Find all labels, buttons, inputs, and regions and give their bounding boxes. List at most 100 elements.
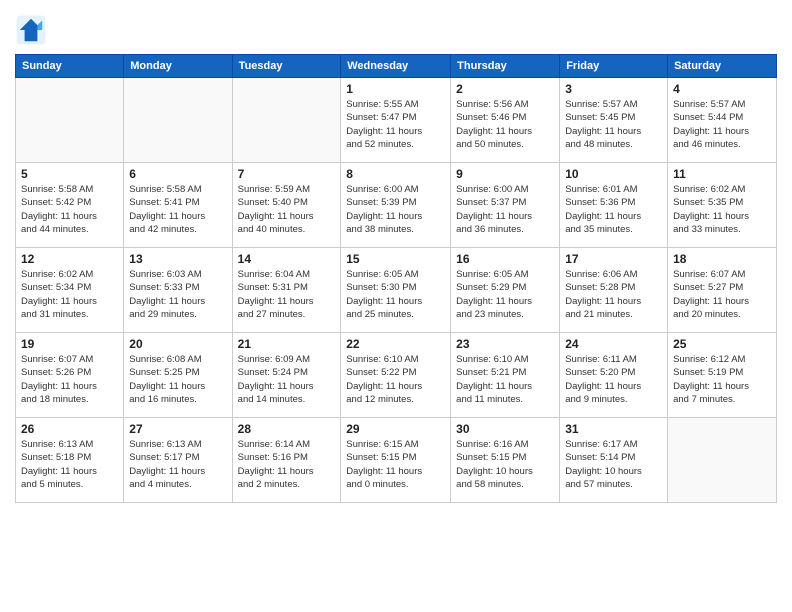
calendar-cell: 11 Sunrise: 6:02 AM Sunset: 5:35 PM Dayli… bbox=[668, 163, 777, 248]
day-number: 29 bbox=[346, 422, 445, 436]
calendar-cell: 9 Sunrise: 6:00 AM Sunset: 5:37 PM Daylig… bbox=[451, 163, 560, 248]
calendar-cell: 28Sunrise: 6:14 AM Sunset: 5:16 PM Dayli… bbox=[232, 418, 341, 503]
day-number: 25 bbox=[673, 337, 771, 351]
week-row-0: 1 Sunrise: 5:55 AM Sunset: 5:47 PM Daylig… bbox=[16, 78, 777, 163]
day-number: 28 bbox=[238, 422, 336, 436]
day-number: 7 bbox=[238, 167, 336, 181]
day-info: Sunrise: 6:07 AM Sunset: 5:26 PM Dayligh… bbox=[21, 353, 118, 406]
day-number: 21 bbox=[238, 337, 336, 351]
day-info: Sunrise: 6:02 AM Sunset: 5:35 PM Dayligh… bbox=[673, 183, 771, 236]
weekday-thursday: Thursday bbox=[451, 55, 560, 78]
day-number: 20 bbox=[129, 337, 226, 351]
calendar-cell: 29Sunrise: 6:15 AM Sunset: 5:15 PM Dayli… bbox=[341, 418, 451, 503]
calendar-cell: 14 Sunrise: 6:04 AM Sunset: 5:31 PM Dayli… bbox=[232, 248, 341, 333]
day-info: Sunrise: 5:57 AM Sunset: 5:45 PM Dayligh… bbox=[565, 98, 662, 151]
day-info: Sunrise: 6:17 AM Sunset: 5:14 PM Dayligh… bbox=[565, 438, 662, 491]
calendar-cell: 20 Sunrise: 6:08 AM Sunset: 5:25 PM Dayli… bbox=[124, 333, 232, 418]
day-number: 9 bbox=[456, 167, 554, 181]
calendar-cell: 13 Sunrise: 6:03 AM Sunset: 5:33 PM Dayli… bbox=[124, 248, 232, 333]
day-number: 16 bbox=[456, 252, 554, 266]
day-info: Sunrise: 6:04 AM Sunset: 5:31 PM Dayligh… bbox=[238, 268, 336, 321]
week-row-4: 26 Sunrise: 6:13 AM Sunset: 5:18 PM Dayli… bbox=[16, 418, 777, 503]
day-info: Sunrise: 6:06 AM Sunset: 5:28 PM Dayligh… bbox=[565, 268, 662, 321]
day-number: 27 bbox=[129, 422, 226, 436]
week-row-2: 12 Sunrise: 6:02 AM Sunset: 5:34 PM Dayli… bbox=[16, 248, 777, 333]
day-info: Sunrise: 6:16 AM Sunset: 5:15 PM Dayligh… bbox=[456, 438, 554, 491]
day-number: 26 bbox=[21, 422, 118, 436]
weekday-monday: Monday bbox=[124, 55, 232, 78]
calendar-cell: 1 Sunrise: 5:55 AM Sunset: 5:47 PM Daylig… bbox=[341, 78, 451, 163]
day-info: Sunrise: 6:01 AM Sunset: 5:36 PM Dayligh… bbox=[565, 183, 662, 236]
calendar-cell: 19 Sunrise: 6:07 AM Sunset: 5:26 PM Dayli… bbox=[16, 333, 124, 418]
weekday-saturday: Saturday bbox=[668, 55, 777, 78]
day-info: Sunrise: 6:13 AM Sunset: 5:17 PM Dayligh… bbox=[129, 438, 226, 491]
calendar-cell: 7 Sunrise: 5:59 AM Sunset: 5:40 PM Daylig… bbox=[232, 163, 341, 248]
day-number: 13 bbox=[129, 252, 226, 266]
day-info: Sunrise: 6:07 AM Sunset: 5:27 PM Dayligh… bbox=[673, 268, 771, 321]
calendar-cell: 24 Sunrise: 6:11 AM Sunset: 5:20 PM Dayli… bbox=[560, 333, 668, 418]
calendar-cell: 23 Sunrise: 6:10 AM Sunset: 5:21 PM Dayli… bbox=[451, 333, 560, 418]
calendar-cell bbox=[124, 78, 232, 163]
day-info: Sunrise: 6:00 AM Sunset: 5:39 PM Dayligh… bbox=[346, 183, 445, 236]
day-info: Sunrise: 6:02 AM Sunset: 5:34 PM Dayligh… bbox=[21, 268, 118, 321]
calendar-cell: 31 Sunrise: 6:17 AM Sunset: 5:14 PM Dayli… bbox=[560, 418, 668, 503]
day-number: 19 bbox=[21, 337, 118, 351]
weekday-wednesday: Wednesday bbox=[341, 55, 451, 78]
day-info: Sunrise: 6:11 AM Sunset: 5:20 PM Dayligh… bbox=[565, 353, 662, 406]
day-number: 23 bbox=[456, 337, 554, 351]
day-number: 30 bbox=[456, 422, 554, 436]
day-number: 3 bbox=[565, 82, 662, 96]
calendar-cell bbox=[16, 78, 124, 163]
day-number: 2 bbox=[456, 82, 554, 96]
day-number: 17 bbox=[565, 252, 662, 266]
calendar-cell bbox=[232, 78, 341, 163]
calendar-cell: 27 Sunrise: 6:13 AM Sunset: 5:17 PM Dayli… bbox=[124, 418, 232, 503]
day-number: 10 bbox=[565, 167, 662, 181]
day-number: 22 bbox=[346, 337, 445, 351]
weekday-sunday: Sunday bbox=[16, 55, 124, 78]
day-number: 11 bbox=[673, 167, 771, 181]
calendar-cell: 21 Sunrise: 6:09 AM Sunset: 5:24 PM Dayli… bbox=[232, 333, 341, 418]
calendar-cell: 3 Sunrise: 5:57 AM Sunset: 5:45 PM Daylig… bbox=[560, 78, 668, 163]
week-row-3: 19 Sunrise: 6:07 AM Sunset: 5:26 PM Dayli… bbox=[16, 333, 777, 418]
day-info: Sunrise: 6:09 AM Sunset: 5:24 PM Dayligh… bbox=[238, 353, 336, 406]
calendar-cell: 2 Sunrise: 5:56 AM Sunset: 5:46 PM Daylig… bbox=[451, 78, 560, 163]
calendar-cell: 18 Sunrise: 6:07 AM Sunset: 5:27 PM Dayli… bbox=[668, 248, 777, 333]
day-number: 8 bbox=[346, 167, 445, 181]
day-info: Sunrise: 6:13 AM Sunset: 5:18 PM Dayligh… bbox=[21, 438, 118, 491]
day-number: 18 bbox=[673, 252, 771, 266]
calendar-cell: 25Sunrise: 6:12 AM Sunset: 5:19 PM Dayli… bbox=[668, 333, 777, 418]
calendar-cell: 16Sunrise: 6:05 AM Sunset: 5:29 PM Dayli… bbox=[451, 248, 560, 333]
week-row-1: 5Sunrise: 5:58 AM Sunset: 5:42 PM Daylig… bbox=[16, 163, 777, 248]
calendar-cell: 10 Sunrise: 6:01 AM Sunset: 5:36 PM Dayli… bbox=[560, 163, 668, 248]
day-info: Sunrise: 6:05 AM Sunset: 5:30 PM Dayligh… bbox=[346, 268, 445, 321]
calendar-cell: 6Sunrise: 5:58 AM Sunset: 5:41 PM Daylig… bbox=[124, 163, 232, 248]
day-info: Sunrise: 6:00 AM Sunset: 5:37 PM Dayligh… bbox=[456, 183, 554, 236]
day-info: Sunrise: 6:03 AM Sunset: 5:33 PM Dayligh… bbox=[129, 268, 226, 321]
day-number: 1 bbox=[346, 82, 445, 96]
weekday-tuesday: Tuesday bbox=[232, 55, 341, 78]
logo bbox=[15, 14, 51, 46]
day-info: Sunrise: 6:10 AM Sunset: 5:22 PM Dayligh… bbox=[346, 353, 445, 406]
page: SundayMondayTuesdayWednesdayThursdayFrid… bbox=[0, 0, 792, 612]
weekday-header-row: SundayMondayTuesdayWednesdayThursdayFrid… bbox=[16, 55, 777, 78]
day-info: Sunrise: 5:55 AM Sunset: 5:47 PM Dayligh… bbox=[346, 98, 445, 151]
weekday-friday: Friday bbox=[560, 55, 668, 78]
day-info: Sunrise: 6:08 AM Sunset: 5:25 PM Dayligh… bbox=[129, 353, 226, 406]
logo-icon bbox=[15, 14, 47, 46]
day-info: Sunrise: 5:56 AM Sunset: 5:46 PM Dayligh… bbox=[456, 98, 554, 151]
day-number: 14 bbox=[238, 252, 336, 266]
calendar-cell: 15Sunrise: 6:05 AM Sunset: 5:30 PM Dayli… bbox=[341, 248, 451, 333]
calendar-cell: 22 Sunrise: 6:10 AM Sunset: 5:22 PM Dayli… bbox=[341, 333, 451, 418]
day-info: Sunrise: 5:59 AM Sunset: 5:40 PM Dayligh… bbox=[238, 183, 336, 236]
day-number: 31 bbox=[565, 422, 662, 436]
day-info: Sunrise: 6:10 AM Sunset: 5:21 PM Dayligh… bbox=[456, 353, 554, 406]
calendar-cell: 12 Sunrise: 6:02 AM Sunset: 5:34 PM Dayli… bbox=[16, 248, 124, 333]
day-number: 24 bbox=[565, 337, 662, 351]
calendar-cell: 30 Sunrise: 6:16 AM Sunset: 5:15 PM Dayli… bbox=[451, 418, 560, 503]
day-info: Sunrise: 5:58 AM Sunset: 5:41 PM Dayligh… bbox=[129, 183, 226, 236]
day-number: 12 bbox=[21, 252, 118, 266]
day-info: Sunrise: 5:57 AM Sunset: 5:44 PM Dayligh… bbox=[673, 98, 771, 151]
calendar-table: SundayMondayTuesdayWednesdayThursdayFrid… bbox=[15, 54, 777, 503]
calendar-cell bbox=[668, 418, 777, 503]
